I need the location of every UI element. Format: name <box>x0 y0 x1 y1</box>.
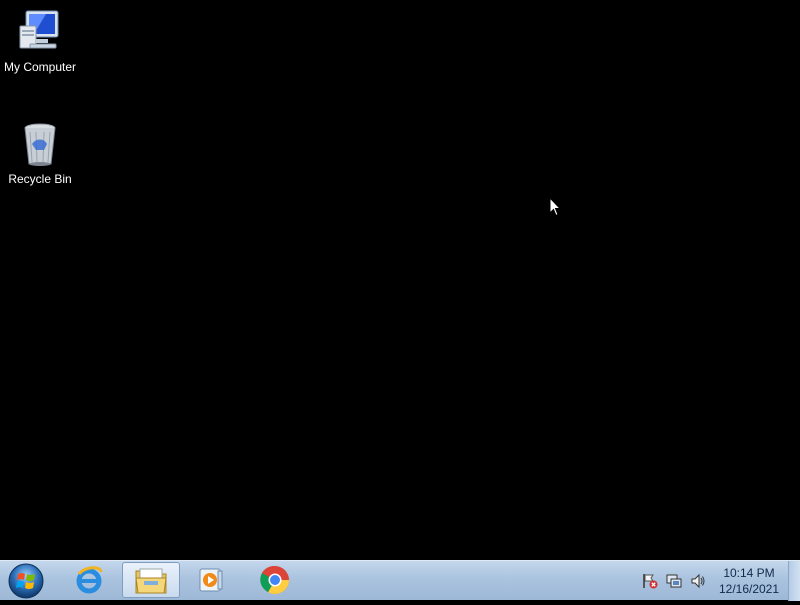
clock-date: 12/16/2021 <box>718 582 780 596</box>
tray-clock[interactable]: 10:14 PM 12/16/2021 <box>714 565 784 597</box>
taskbar-windows-explorer[interactable] <box>122 562 180 598</box>
chrome-icon <box>260 565 289 594</box>
taskbar-chrome[interactable] <box>246 562 304 598</box>
taskbar-internet-explorer[interactable] <box>60 562 118 598</box>
show-desktop-button[interactable] <box>788 561 800 601</box>
volume-icon[interactable] <box>690 573 706 589</box>
system-tray: 10:14 PM 12/16/2021 <box>630 561 800 601</box>
folder-icon <box>135 568 167 594</box>
taskbar-media-player[interactable] <box>182 562 240 598</box>
action-center-flag-icon[interactable] <box>642 573 658 589</box>
media-player-icon <box>199 568 223 592</box>
desktop-icon-my-computer[interactable]: My Computer <box>1 8 79 74</box>
clock-time: 10:14 PM <box>723 566 775 580</box>
windows-start-orb-icon <box>8 563 44 599</box>
desktop-icon-label: My Computer <box>3 60 77 74</box>
computer-icon <box>19 10 59 49</box>
network-icon[interactable] <box>666 573 682 589</box>
recycle-bin-icon <box>24 123 56 166</box>
desktop-icon-label: Recycle Bin <box>8 172 72 186</box>
internet-explorer-icon <box>76 566 103 594</box>
mouse-cursor-icon <box>549 197 561 217</box>
desktop[interactable]: My Computer Recycle Bin <box>0 0 800 560</box>
taskbar: 10:14 PM 12/16/2021 <box>0 560 800 601</box>
start-button[interactable] <box>6 562 46 600</box>
desktop-icon-recycle-bin[interactable]: Recycle Bin <box>1 120 79 186</box>
